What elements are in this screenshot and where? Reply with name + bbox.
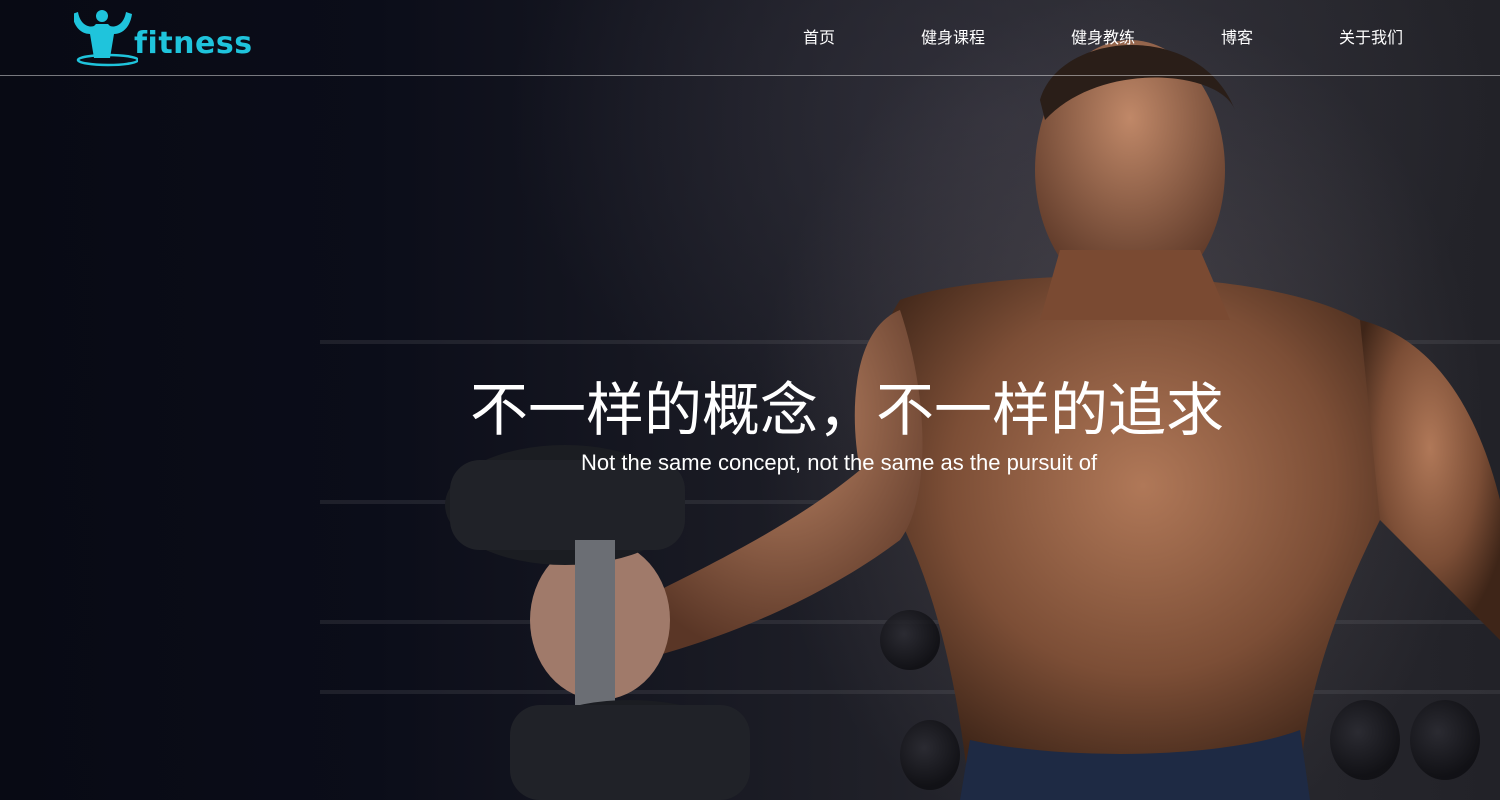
nav-item-about[interactable]: 关于我们 <box>1339 24 1403 48</box>
hero-subtitle: Not the same concept, not the same as th… <box>581 450 1098 475</box>
nav-item-blog[interactable]: 博客 <box>1221 24 1253 48</box>
nav-item-coaches[interactable]: 健身教练 <box>1071 24 1135 48</box>
main-nav: 首页 健身课程 健身教练 博客 关于我们 <box>0 24 1500 50</box>
site-header: fitness 首页 健身课程 健身教练 博客 关于我们 <box>0 0 1500 76</box>
page: fitness 首页 健身课程 健身教练 博客 关于我们 不一样的概念，不一样的… <box>0 0 1500 800</box>
nav-item-courses[interactable]: 健身课程 <box>921 24 985 48</box>
nav-item-home[interactable]: 首页 <box>803 24 835 48</box>
hero-title: 不一样的概念，不一样的追求 <box>470 376 1225 444</box>
